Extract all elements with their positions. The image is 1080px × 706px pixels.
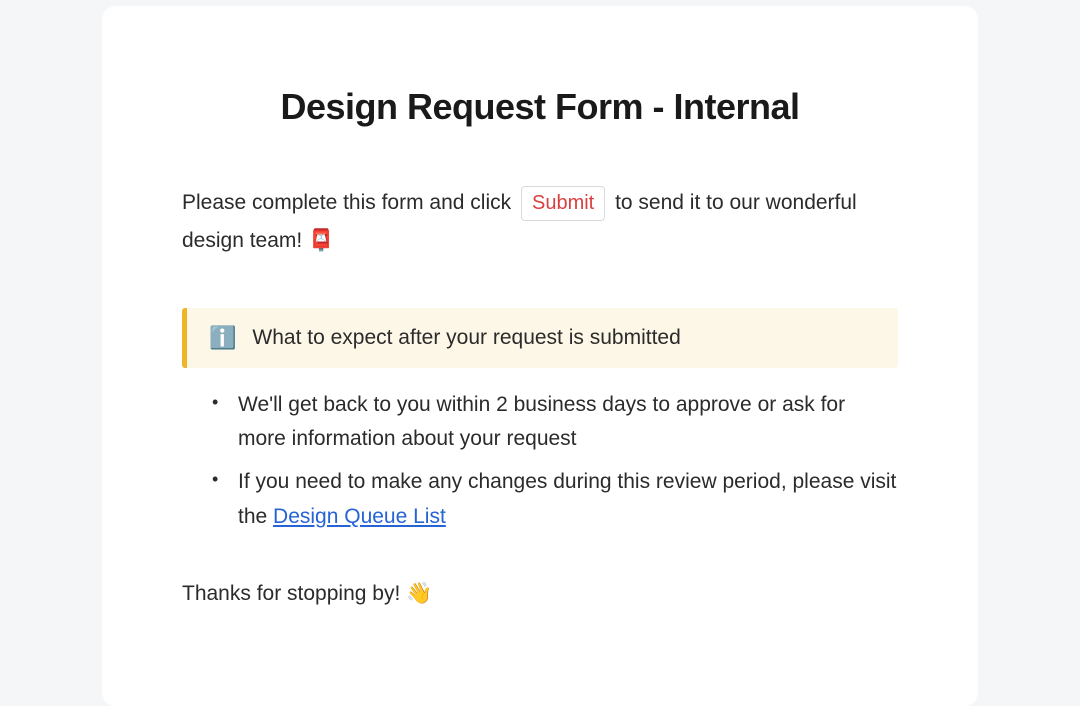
form-card: Design Request Form - Internal Please co… xyxy=(102,6,978,706)
list-item: We'll get back to you within 2 business … xyxy=(212,388,898,457)
intro-paragraph: Please complete this form and click Subm… xyxy=(182,184,898,260)
submit-chip: Submit xyxy=(521,186,605,221)
info-bullet-list: We'll get back to you within 2 business … xyxy=(182,388,898,535)
info-title: What to expect after your request is sub… xyxy=(252,326,680,350)
list-item: If you need to make any changes during t… xyxy=(212,465,898,534)
info-panel: ℹ️ What to expect after your request is … xyxy=(182,308,898,368)
page-title: Design Request Form - Internal xyxy=(182,86,898,128)
design-queue-link[interactable]: Design Queue List xyxy=(273,505,446,528)
info-icon: ℹ️ xyxy=(209,327,236,349)
intro-text-before: Please complete this form and click xyxy=(182,191,511,214)
thanks-text: Thanks for stopping by! 👋 xyxy=(182,582,898,606)
